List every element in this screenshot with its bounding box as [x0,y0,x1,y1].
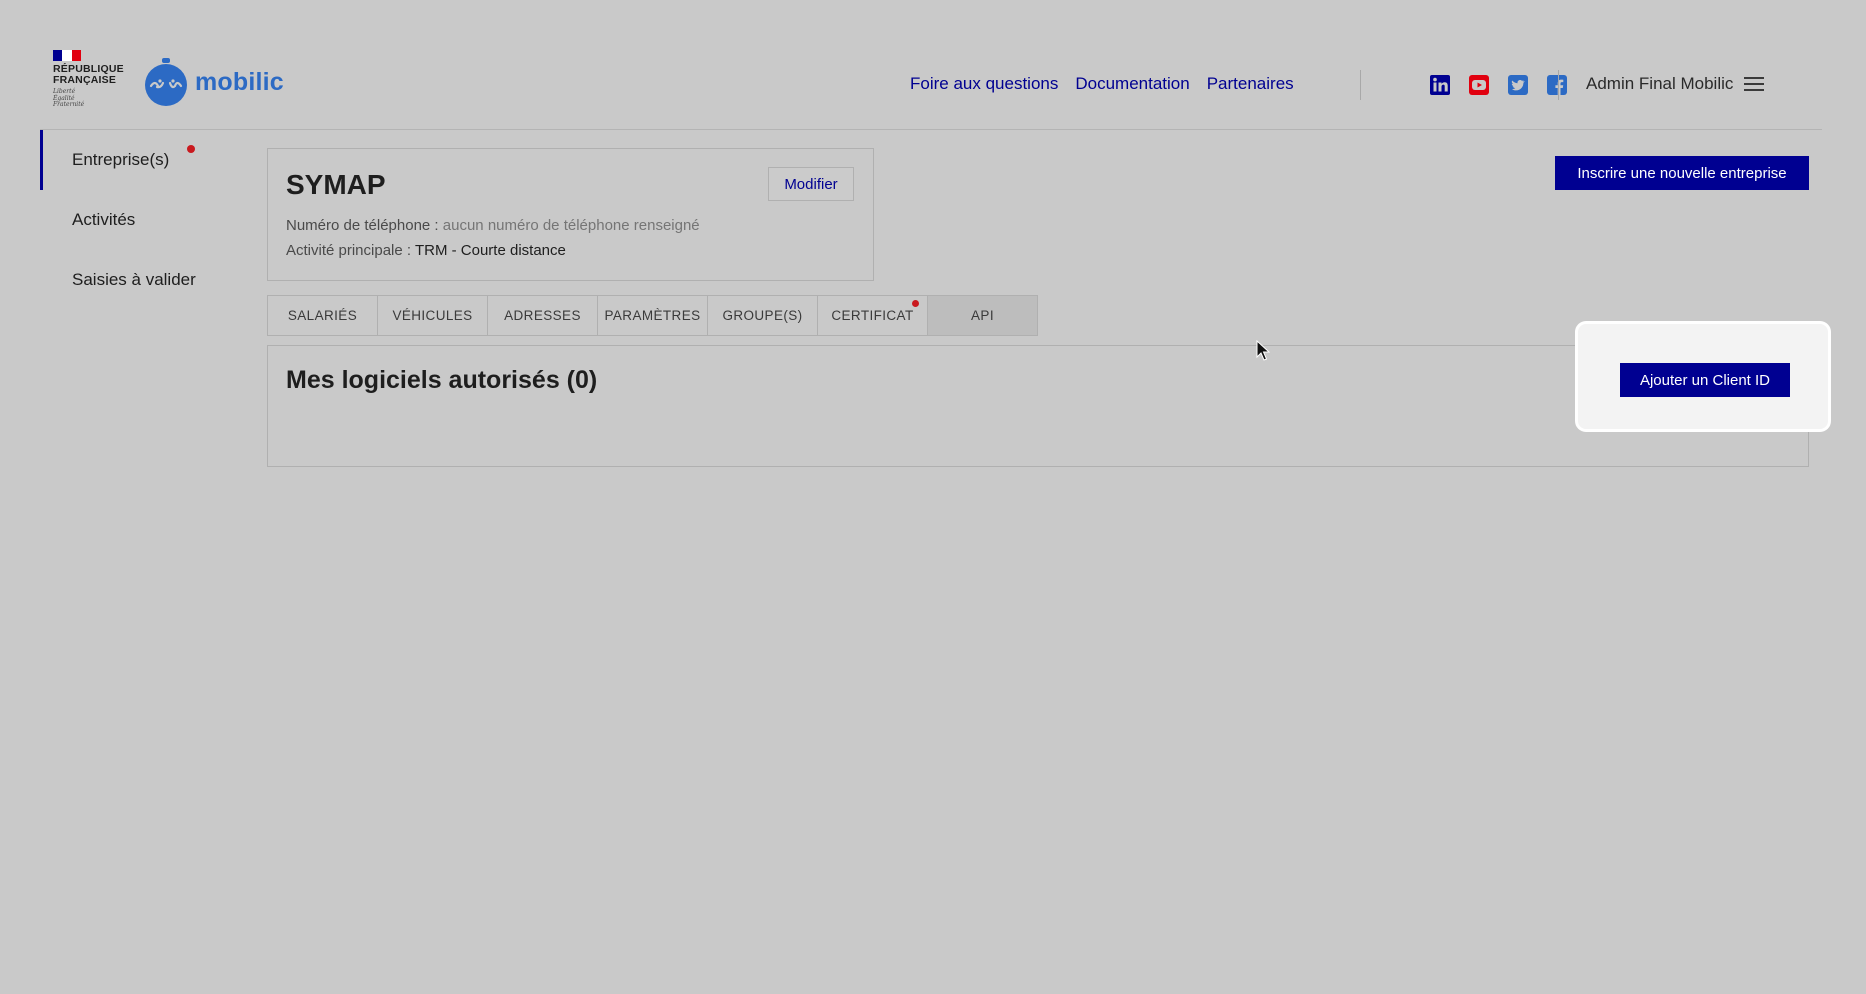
activity-label: Activité principale : [286,242,412,259]
sidebar-item-saisies[interactable]: Saisies à valider [40,250,250,310]
devise-fraternite: Fraternité [53,101,85,108]
sidebar-item-entreprises[interactable]: Entreprise(s) [40,130,250,190]
sidebar-item-label: Entreprise(s) [72,150,170,169]
register-company-button[interactable]: Inscrire une nouvelle entreprise [1555,156,1809,190]
tab-label: API [971,308,994,323]
nav-documentation[interactable]: Documentation [1075,74,1189,94]
tab-label: CERTIFICAT [831,308,914,323]
youtube-icon[interactable] [1468,74,1490,96]
nav-divider [1360,70,1361,100]
stopwatch-icon [145,58,187,106]
phone-label: Numéro de téléphone : [286,217,439,234]
tab-label: SALARIÉS [287,308,358,323]
tab-adresses[interactable]: ADRESSES [487,295,598,336]
tab-certificat[interactable]: CERTIFICAT [817,295,928,336]
add-client-id-button[interactable]: Ajouter un Client ID [1620,363,1790,397]
company-card: SYMAP Modifier Numéro de téléphone : auc… [267,148,874,281]
main-nav: Foire aux questions Documentation Parten… [910,74,1311,94]
header: RÉPUBLIQUE FRANÇAISE Liberté Égalité Fra… [40,0,1822,130]
tab-salaries[interactable]: SALARIÉS [267,295,378,336]
republique-francaise-logo[interactable]: RÉPUBLIQUE FRANÇAISE Liberté Égalité Fra… [53,50,124,112]
tab-vehicules[interactable]: VÉHICULES [377,295,488,336]
tab-parametres[interactable]: PARAMÈTRES [597,295,708,336]
user-divider [1558,70,1559,100]
sidebar-item-label: Activités [72,210,136,229]
twitter-icon[interactable] [1507,74,1529,96]
sidebar-item-label: Saisies à valider [72,270,196,289]
nav-faq[interactable]: Foire aux questions [910,74,1058,94]
user-name: Admin Final Mobilic [1586,74,1734,93]
panel-title: Mes logiciels autorisés (0) [286,366,598,394]
tab-label: ADRESSES [504,308,581,323]
nav-partenaires[interactable]: Partenaires [1207,74,1294,94]
sidebar-item-activites[interactable]: Activités [40,190,250,250]
flag-icon [53,50,81,61]
company-name: SYMAP [286,169,386,200]
tab-label: VÉHICULES [392,308,473,323]
notification-dot [187,145,195,153]
activity-value: TRM - Courte distance [414,242,566,259]
phone-value: aucun numéro de téléphone renseigné [442,217,700,234]
company-tabs: SALARIÉS VÉHICULES ADRESSES PARAMÈTRES G… [267,295,1038,336]
mouse-cursor-icon [1256,340,1270,361]
modify-button[interactable]: Modifier [768,167,854,201]
social-links [1429,74,1585,96]
devise: Liberté Égalité Fraternité [53,88,123,109]
sidebar: Entreprise(s) Activités Saisies à valide… [40,130,250,310]
tab-api[interactable]: API [927,295,1038,336]
user-menu[interactable]: Admin Final Mobilic [1586,74,1765,94]
facebook-icon[interactable] [1546,74,1568,96]
hamburger-menu-icon[interactable] [1744,77,1765,91]
tab-groupes[interactable]: GROUPE(S) [707,295,818,336]
linkedin-icon[interactable] [1429,74,1451,96]
tab-label: GROUPE(S) [722,308,803,323]
activity-line: Activité principale : TRM - Courte dista… [286,242,566,259]
notification-dot [912,300,919,307]
phone-line: Numéro de téléphone : aucun numéro de té… [286,217,700,234]
tab-label: PARAMÈTRES [604,308,701,323]
app-name: mobilic [195,67,284,96]
mobilic-logo[interactable]: mobilic [143,58,284,106]
republique-line2: FRANÇAISE [53,74,117,86]
